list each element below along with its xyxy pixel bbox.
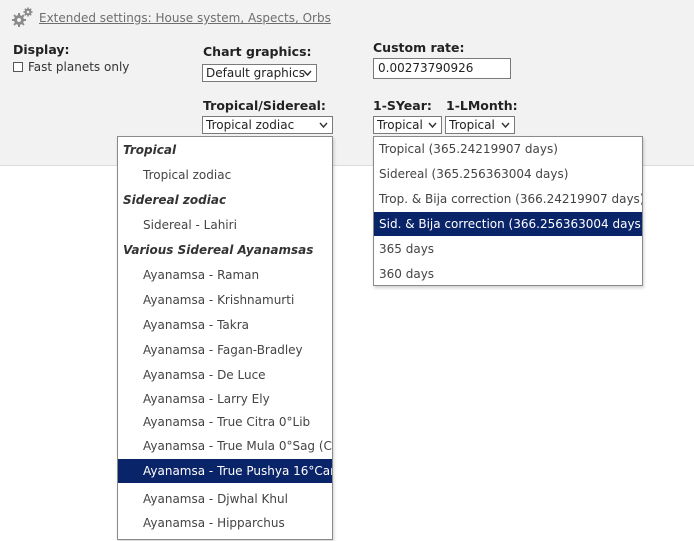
option-ayanamsa-larry-ely[interactable]: Ayanamsa - Larry Ely [118, 387, 332, 411]
chevron-down-icon [303, 70, 312, 77]
display-label: Display: [13, 42, 70, 57]
syear-dropdown-list: Tropical (365.24219907 days) Sidereal (3… [373, 136, 643, 286]
chevron-down-icon [501, 122, 510, 129]
option-ayanamsa-krishnamurti[interactable]: Ayanamsa - Krishnamurti [118, 288, 332, 312]
lmonth-value: Tropical [449, 118, 495, 132]
option-ayanamsa-fagan-bradley[interactable]: Ayanamsa - Fagan-Bradley [118, 338, 332, 362]
zodiac-dropdown-list: Tropical Tropical zodiac Sidereal zodiac… [117, 136, 333, 540]
chart-graphics-label: Chart graphics: [203, 44, 312, 59]
lmonth-select[interactable]: Tropical [445, 116, 515, 134]
custom-rate-input[interactable]: 0.00273790926 [373, 58, 511, 79]
option-sidereal-lahiri[interactable]: Sidereal - Lahiri [118, 213, 332, 237]
fast-planets-option[interactable]: Fast planets only [13, 60, 129, 74]
zodiac-label: Tropical/Sidereal: [203, 98, 326, 113]
custom-rate-label: Custom rate: [373, 40, 465, 55]
gear-icon[interactable] [11, 6, 35, 28]
option-tropical-zodiac[interactable]: Tropical zodiac [118, 163, 332, 187]
option-group-sidereal: Sidereal zodiac [123, 193, 227, 207]
option-ayanamsa-true-mula[interactable]: Ayanamsa - True Mula 0°Sag (Ch [118, 434, 332, 458]
option-ayanamsa-de-luce[interactable]: Ayanamsa - De Luce [118, 363, 332, 387]
fast-planets-checkbox[interactable] [13, 62, 23, 72]
option-year-sid-bija[interactable]: Sid. & Bija correction (366.256363004 da… [374, 212, 642, 236]
option-ayanamsa-takra[interactable]: Ayanamsa - Takra [118, 313, 332, 337]
option-ayanamsa-true-citra[interactable]: Ayanamsa - True Citra 0°Lib [118, 410, 332, 434]
syear-label: 1-SYear: [373, 98, 432, 113]
option-year-tropical[interactable]: Tropical (365.24219907 days) [374, 137, 642, 161]
option-year-trop-bija[interactable]: Trop. & Bija correction (366.24219907 da… [374, 187, 642, 211]
option-year-360-days[interactable]: 360 days [374, 262, 642, 286]
option-ayanamsa-djwhal-khul[interactable]: Ayanamsa - Djwhal Khul [118, 487, 332, 511]
syear-select[interactable]: Tropical [373, 116, 442, 134]
option-ayanamsa-hipparchus[interactable]: Ayanamsa - Hipparchus [118, 511, 332, 535]
syear-value: Tropical [377, 118, 423, 132]
extended-settings-link[interactable]: Extended settings: House system, Aspects… [39, 11, 331, 25]
option-ayanamsa-raman[interactable]: Ayanamsa - Raman [118, 263, 332, 287]
option-ayanamsa-true-pushya[interactable]: Ayanamsa - True Pushya 16°Can [118, 459, 332, 483]
option-group-ayanamsas: Various Sidereal Ayanamsas [123, 243, 314, 257]
option-group-tropical: Tropical [123, 143, 177, 157]
lmonth-label: 1-LMonth: [446, 98, 518, 113]
fast-planets-label: Fast planets only [28, 60, 130, 74]
zodiac-select[interactable]: Tropical zodiac [202, 116, 333, 134]
chart-graphics-value: Default graphics [206, 66, 305, 80]
chevron-down-icon [428, 122, 437, 129]
chevron-down-icon [319, 122, 328, 129]
zodiac-value: Tropical zodiac [206, 118, 295, 132]
option-year-365-days[interactable]: 365 days [374, 237, 642, 261]
option-year-sidereal[interactable]: Sidereal (365.256363004 days) [374, 162, 642, 186]
chart-graphics-select[interactable]: Default graphics [202, 64, 317, 82]
